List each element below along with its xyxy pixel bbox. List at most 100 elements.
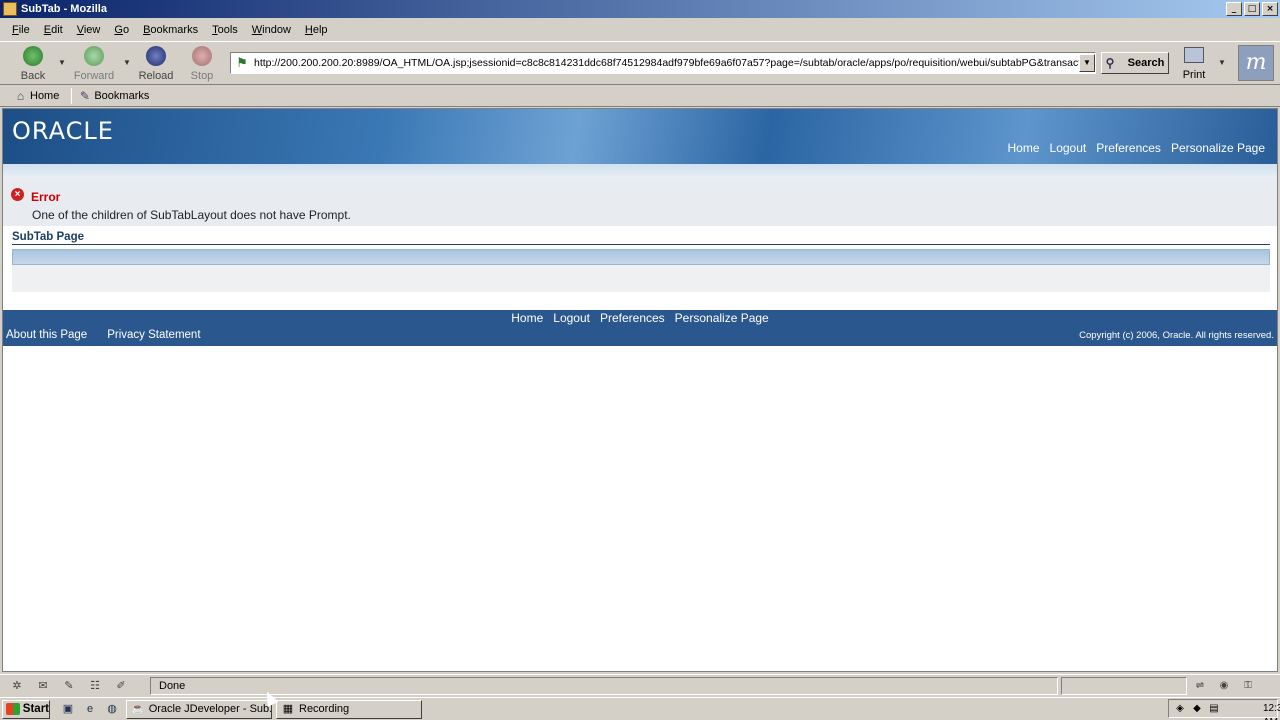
home-icon: ⌂ — [16, 88, 25, 103]
page-proxy-icon: ⚑ — [236, 55, 248, 70]
tray-app-icon-2[interactable]: ◆ — [1190, 702, 1204, 716]
composer-icon[interactable]: ✎ — [60, 679, 78, 693]
error-icon: × — [11, 188, 24, 201]
start-label: Start — [22, 703, 49, 715]
search-label: Search — [1127, 57, 1165, 69]
stop-icon — [192, 46, 212, 66]
menu-window[interactable]: Window — [252, 24, 291, 36]
forward-dropdown-icon[interactable]: ▼ — [123, 58, 131, 67]
bookmarks-label: Bookmarks — [94, 90, 150, 102]
start-button[interactable]: Start — [2, 699, 50, 719]
home-bookmark[interactable]: ⌂ Home — [14, 88, 60, 103]
online-icon[interactable]: ⇌ — [1190, 679, 1210, 693]
printer-icon — [1184, 47, 1204, 63]
footer-personalize-link[interactable]: Personalize Page — [675, 311, 769, 326]
menu-help[interactable]: Help — [305, 24, 328, 36]
security-icon[interactable]: ⚿ — [1238, 679, 1258, 693]
privacy-icon[interactable]: ◉ — [1214, 679, 1234, 693]
back-button[interactable]: Back — [9, 44, 57, 82]
global-preferences-link[interactable]: Preferences — [1096, 141, 1161, 155]
url-bar[interactable]: ⚑ ▼ — [230, 52, 1096, 74]
navigation-toolbar: Back ▼ Forward ▼ Reload Stop ⚑ ▼ ⚲ Searc… — [0, 41, 1280, 85]
stop-label: Stop — [190, 70, 214, 82]
banner-stripe — [3, 164, 1277, 178]
menu-file[interactable]: File — [12, 24, 30, 36]
forward-label: Forward — [73, 70, 115, 82]
footer-home-link[interactable]: Home — [511, 311, 543, 326]
forward-arrow-icon — [84, 46, 104, 66]
address-book-icon[interactable]: ☷ — [86, 679, 104, 693]
window-title-bar[interactable]: SubTab - Mozilla _ □ × — [0, 0, 1280, 18]
close-button[interactable]: × — [1262, 2, 1278, 16]
tray-app-icon-1[interactable]: ◈ — [1173, 702, 1187, 716]
subtab-body — [12, 265, 1270, 292]
reload-icon — [146, 46, 166, 66]
windows-logo-icon — [6, 703, 20, 715]
back-dropdown-icon[interactable]: ▼ — [58, 58, 66, 67]
global-logout-link[interactable]: Logout — [1050, 141, 1087, 155]
internet-explorer-icon[interactable]: e — [82, 701, 98, 717]
status-icons: ⇌ ◉ ⚿ — [1190, 677, 1276, 695]
status-text: Done — [150, 677, 1058, 695]
desktop-icon[interactable]: ▣ — [60, 701, 76, 717]
forward-button[interactable]: Forward — [70, 44, 118, 82]
mail-icon[interactable]: ✉ — [34, 679, 52, 693]
search-button[interactable]: ⚲ Search — [1101, 52, 1169, 74]
system-tray: ◈ ◆ ▤ 12:32 AM — [1168, 699, 1280, 720]
status-bar: ✲ ✉ ✎ ☷ ✐ Done ⇌ ◉ ⚿ — [0, 674, 1280, 696]
progress-meter — [1061, 677, 1187, 695]
maximize-button[interactable]: □ — [1244, 2, 1260, 16]
print-label: Print — [1182, 69, 1206, 81]
oracle-banner: ORACLE Home Logout Preferences Personali… — [3, 109, 1277, 164]
subtab-bar — [12, 249, 1270, 265]
menu-view[interactable]: View — [77, 24, 101, 36]
chat-icon[interactable]: ✐ — [112, 679, 130, 693]
stop-button[interactable]: Stop — [178, 44, 226, 82]
back-arrow-icon — [23, 46, 43, 66]
privacy-link[interactable]: Privacy Statement — [107, 329, 200, 341]
navigator-icon[interactable]: ✲ — [8, 679, 26, 693]
error-text: One of the children of SubTabLayout does… — [32, 208, 351, 222]
global-home-link[interactable]: Home — [1008, 141, 1040, 155]
page-content: ORACLE Home Logout Preferences Personali… — [2, 108, 1278, 672]
jdeveloper-icon: ☕ — [131, 703, 145, 715]
recording-icon: ▦ — [282, 703, 294, 715]
title-divider — [12, 244, 1270, 245]
footer-preferences-link[interactable]: Preferences — [600, 311, 665, 326]
home-label: Home — [30, 90, 60, 102]
back-label: Back — [20, 70, 46, 82]
about-page-link[interactable]: About this Page — [6, 329, 87, 341]
reload-button[interactable]: Reload — [132, 44, 180, 82]
task-recording-label: Recording — [299, 703, 350, 715]
menu-bookmarks[interactable]: Bookmarks — [143, 24, 198, 36]
menu-edit[interactable]: Edit — [44, 24, 63, 36]
mozilla-throbber-icon[interactable]: m — [1238, 45, 1274, 81]
reload-label: Reload — [138, 70, 174, 82]
global-personalize-link[interactable]: Personalize Page — [1171, 141, 1265, 155]
mozilla-app-icon — [3, 2, 17, 16]
page-footer: Home Logout Preferences Personalize Page… — [3, 310, 1277, 346]
toolbar-separator — [71, 88, 73, 104]
print-dropdown-icon[interactable]: ▼ — [1218, 58, 1226, 67]
print-button[interactable]: Print — [1176, 44, 1212, 82]
error-message-box: × Error One of the children of SubTabLay… — [3, 178, 1277, 226]
bookmarks-icon: ✎ — [79, 88, 90, 103]
footer-logout-link[interactable]: Logout — [553, 311, 590, 326]
media-icon[interactable]: ◍ — [104, 701, 120, 717]
menu-go[interactable]: Go — [114, 24, 129, 36]
footer-bottom: About this Page Privacy Statement Copyri… — [6, 329, 1274, 341]
url-input[interactable] — [254, 57, 1079, 69]
task-jdeveloper[interactable]: ☕ Oracle JDeveloper - Sub... — [126, 699, 272, 719]
menu-tools[interactable]: Tools — [212, 24, 238, 36]
minimize-button[interactable]: _ — [1226, 2, 1242, 16]
oracle-logo: ORACLE — [12, 117, 114, 145]
url-dropdown-icon[interactable]: ▼ — [1079, 54, 1095, 72]
task-recording[interactable]: ▦ Recording — [276, 699, 422, 719]
page-title: SubTab Page — [12, 231, 84, 243]
bookmarks-menu[interactable]: ✎ Bookmarks — [78, 88, 150, 103]
window-title: SubTab - Mozilla — [21, 3, 107, 15]
tray-app-icon-3[interactable]: ▤ — [1207, 702, 1221, 716]
clock: 12:32 AM — [1263, 702, 1280, 720]
windows-taskbar: Start ▣ e ◍ ☕ Oracle JDeveloper - Sub...… — [0, 697, 1280, 720]
task-jdeveloper-label: Oracle JDeveloper - Sub... — [148, 703, 272, 715]
